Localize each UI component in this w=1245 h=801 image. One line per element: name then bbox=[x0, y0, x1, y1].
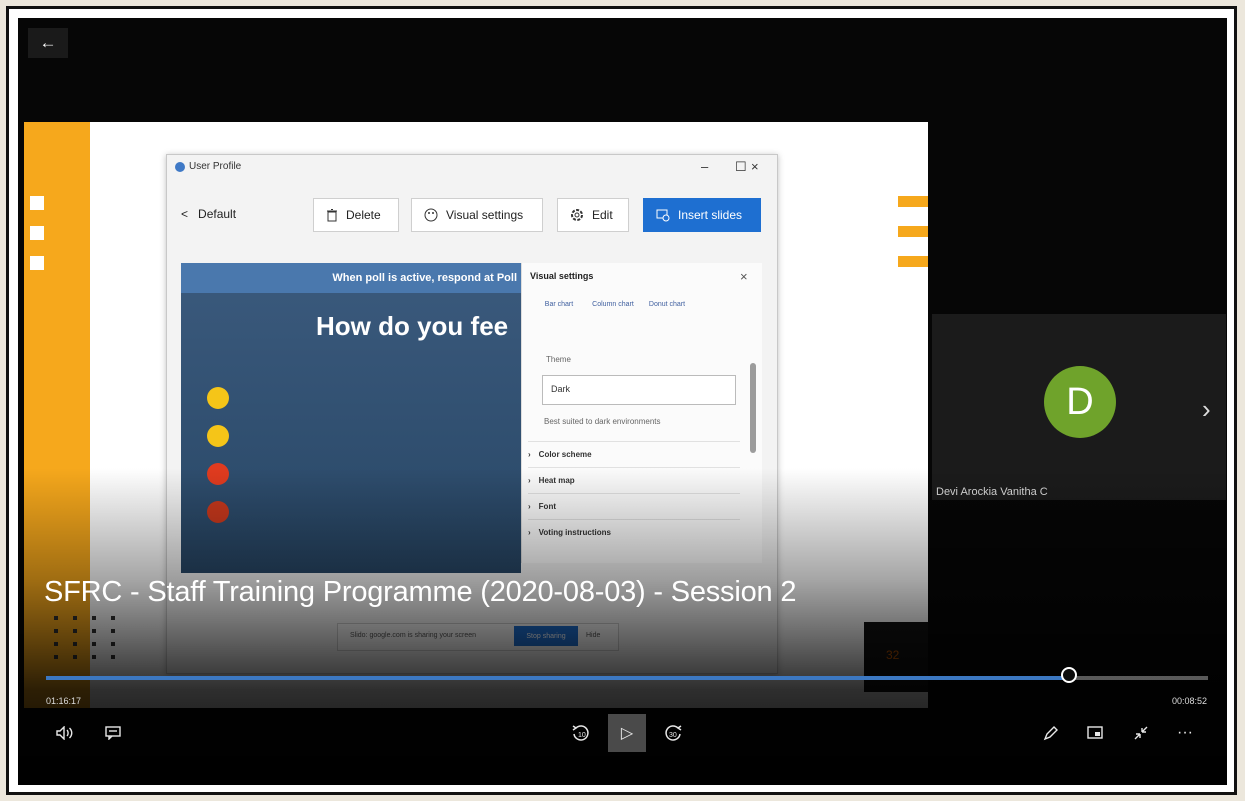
slide-number-box: 32 bbox=[864, 622, 928, 692]
slide-decor-bar bbox=[898, 226, 928, 237]
scared-emoji-icon bbox=[207, 425, 229, 447]
exit-fullscreen-icon bbox=[1134, 726, 1148, 740]
volume-icon bbox=[56, 726, 73, 740]
slide-decor-dots bbox=[54, 616, 121, 659]
default-label: Default bbox=[198, 207, 237, 221]
default-back-button[interactable]: < Default bbox=[181, 207, 236, 221]
visual-settings-button[interactable]: Visual settings bbox=[411, 198, 543, 232]
back-button[interactable]: ← bbox=[28, 28, 68, 58]
mini-view-icon bbox=[1087, 726, 1103, 739]
heat-map-row[interactable]: › Heat map bbox=[528, 467, 740, 492]
app-icon bbox=[175, 161, 185, 172]
delete-button[interactable]: Delete bbox=[313, 198, 399, 232]
theme-hint: Best suited to dark environments bbox=[544, 417, 661, 426]
forward-30-button[interactable]: 30 bbox=[654, 714, 692, 752]
trash-icon bbox=[327, 208, 337, 221]
angry-emoji-icon bbox=[207, 463, 229, 485]
participant-tile: D Devi Arockia Vanitha C bbox=[932, 314, 1226, 500]
slide-decor-square bbox=[30, 226, 44, 240]
chart-type-option[interactable]: Donut chart bbox=[644, 301, 690, 308]
poll-banner: When poll is active, respond at Poll bbox=[181, 263, 521, 293]
hide-button[interactable]: Hide bbox=[586, 632, 600, 639]
exit-fullscreen-button[interactable] bbox=[1122, 714, 1160, 752]
back-arrow-icon: ← bbox=[39, 33, 57, 52]
insert-slides-icon bbox=[656, 209, 670, 222]
play-icon: ▷ bbox=[620, 725, 634, 742]
font-row[interactable]: › Font bbox=[528, 493, 740, 518]
shared-slide: User Profile – ☐ × < Default Delete Visu… bbox=[24, 122, 928, 708]
slide-number: 32 bbox=[886, 648, 900, 662]
captions-button[interactable] bbox=[94, 714, 132, 752]
window-title: User Profile bbox=[175, 161, 241, 172]
pen-icon bbox=[1043, 726, 1058, 741]
theme-label: Theme bbox=[546, 355, 571, 364]
rewind-10-button[interactable]: 10 bbox=[562, 714, 600, 752]
poll-slide-preview: When poll is active, respond at Poll How… bbox=[181, 263, 521, 573]
pen-button[interactable] bbox=[1032, 714, 1070, 752]
theme-select[interactable]: Dark bbox=[542, 375, 736, 405]
seek-bar-progress bbox=[46, 676, 1069, 680]
rewind-10-icon: 10 bbox=[572, 725, 589, 741]
chevron-left-icon: < bbox=[181, 207, 189, 221]
forward-30-icon: 30 bbox=[665, 725, 682, 741]
svg-text:10: 10 bbox=[578, 732, 586, 739]
chevron-right-icon[interactable]: › bbox=[1202, 394, 1211, 425]
seek-thumb[interactable] bbox=[1060, 667, 1077, 683]
slide-decor-square bbox=[30, 196, 44, 210]
video-player: ← User Profile – ☐ × < Default Delete Vi… bbox=[18, 18, 1227, 785]
edit-button[interactable]: Edit bbox=[557, 198, 629, 232]
maximize-icon[interactable]: ☐ bbox=[735, 159, 747, 175]
seek-bar[interactable] bbox=[46, 667, 1208, 683]
screen-sharing-bar: Slido: google.com is sharing your screen… bbox=[337, 623, 619, 651]
happy-emoji-icon bbox=[207, 387, 229, 409]
gear-icon bbox=[571, 209, 583, 221]
play-button[interactable]: ▷ bbox=[608, 714, 646, 752]
close-window-icon[interactable]: × bbox=[751, 159, 759, 174]
remaining-time: 00:08:52 bbox=[1172, 696, 1208, 706]
participant-name: Devi Arockia Vanitha C bbox=[936, 486, 1048, 498]
panel-scrollbar[interactable] bbox=[750, 363, 756, 453]
mini-view-button[interactable] bbox=[1076, 714, 1114, 752]
palette-icon bbox=[424, 208, 438, 222]
devil-emoji-icon bbox=[207, 501, 229, 523]
chart-type-option[interactable]: Bar chart bbox=[536, 301, 582, 308]
slide-decor-bar bbox=[898, 256, 928, 267]
elapsed-time: 01:16:17 bbox=[46, 696, 82, 706]
color-scheme-row[interactable]: › Color scheme bbox=[528, 441, 740, 466]
close-panel-icon[interactable]: × bbox=[740, 269, 748, 284]
chart-type-option[interactable]: Column chart bbox=[590, 301, 636, 308]
svg-text:30: 30 bbox=[669, 732, 677, 739]
captions-icon bbox=[105, 726, 121, 740]
stop-sharing-button[interactable]: Stop sharing bbox=[514, 626, 578, 646]
avatar: D bbox=[1044, 366, 1116, 438]
volume-button[interactable] bbox=[46, 714, 84, 752]
poll-question: How do you fee bbox=[316, 311, 509, 341]
visual-settings-title: Visual settings bbox=[530, 271, 594, 281]
slide-decor-square bbox=[30, 256, 44, 270]
more-options-button[interactable]: ··· bbox=[1166, 714, 1204, 752]
visual-settings-panel: Visual settings × Bar chart Column chart… bbox=[521, 263, 762, 563]
voting-instructions-row[interactable]: › Voting instructions bbox=[528, 519, 740, 544]
more-icon: ··· bbox=[1177, 724, 1193, 741]
slide-decor-bar bbox=[898, 196, 928, 207]
insert-slides-button[interactable]: Insert slides bbox=[643, 198, 761, 232]
sharing-text: Slido: google.com is sharing your screen bbox=[350, 632, 477, 639]
video-title: SFRC - Staff Training Programme (2020-08… bbox=[44, 576, 797, 608]
minimize-icon[interactable]: – bbox=[701, 159, 708, 174]
